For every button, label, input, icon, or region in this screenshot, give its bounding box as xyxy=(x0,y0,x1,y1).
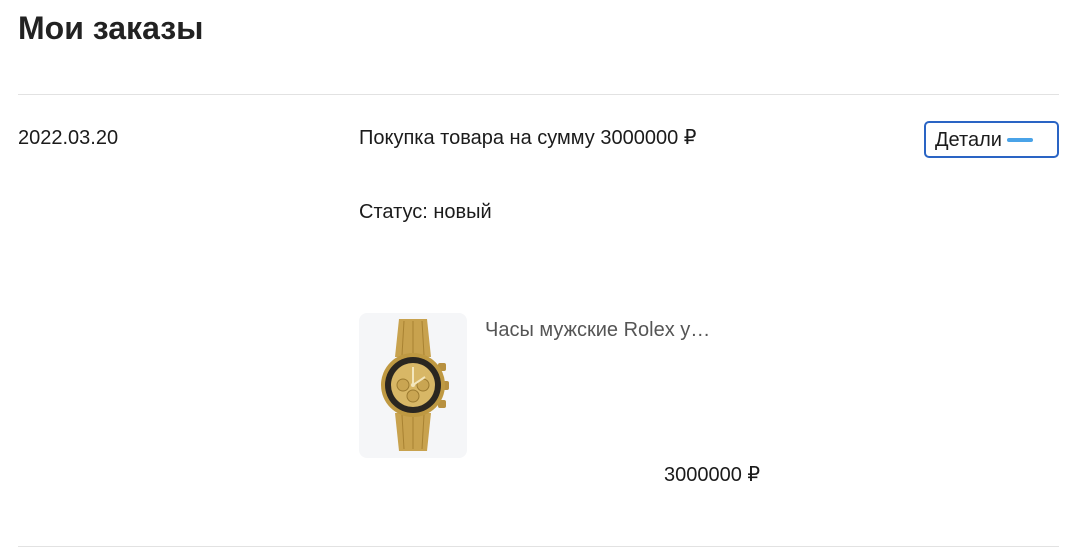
collapse-icon xyxy=(1006,137,1033,142)
product-price: 3000000 ₽ xyxy=(664,464,761,486)
divider-bottom xyxy=(18,546,1059,547)
order-summary: Покупка товара на сумму 3000000 ₽ xyxy=(359,127,697,149)
divider-top xyxy=(18,94,1059,95)
details-button[interactable]: Детали xyxy=(924,121,1059,158)
product-image[interactable] xyxy=(359,313,467,458)
watch-icon xyxy=(381,319,449,451)
details-button-label: Детали xyxy=(935,128,1002,151)
product-name[interactable]: Часы мужские Rolex у… xyxy=(485,318,710,342)
order-date: 2022.03.20 xyxy=(18,127,119,149)
order-status: Статус: новый xyxy=(359,201,492,223)
page-title: Мои заказы xyxy=(18,10,204,46)
